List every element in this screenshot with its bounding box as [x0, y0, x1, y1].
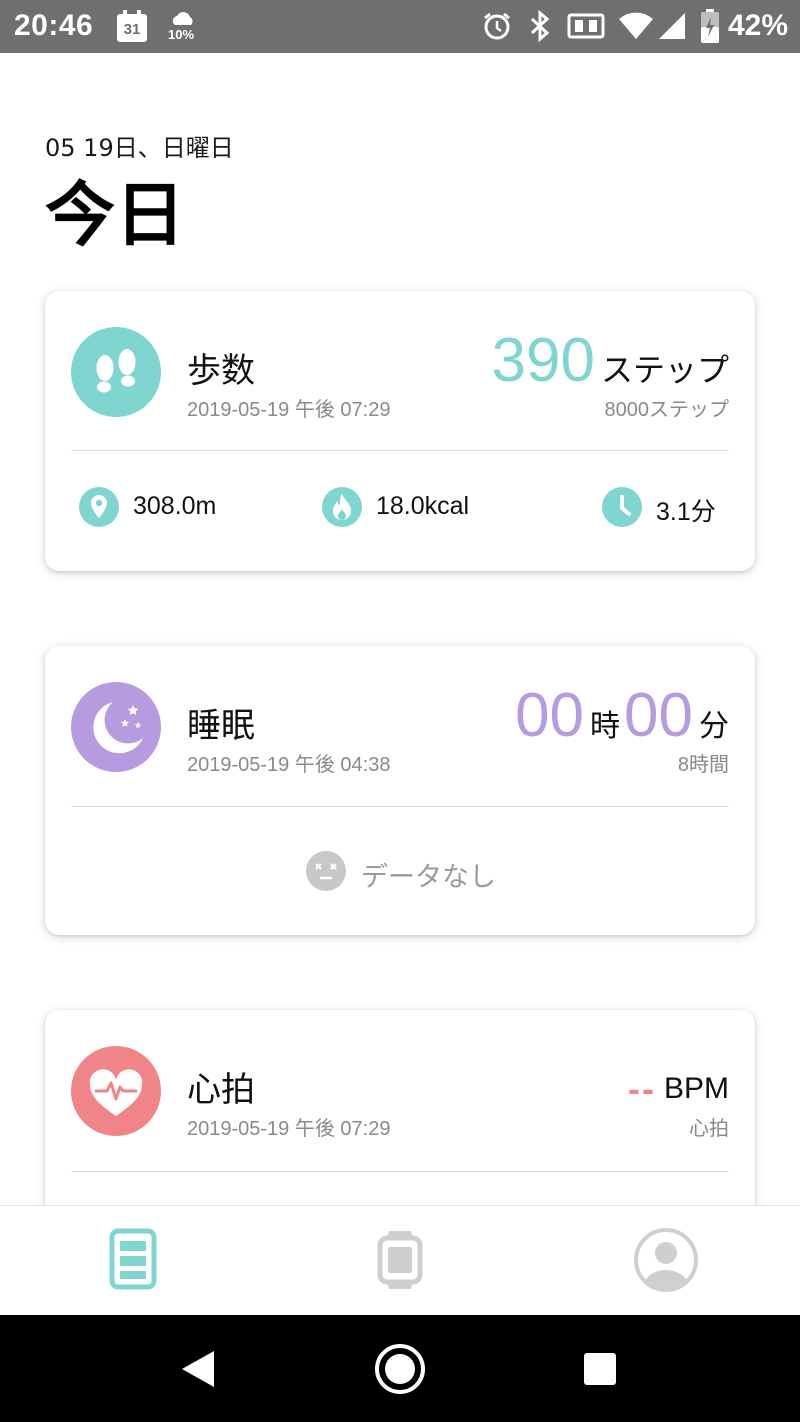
steps-divider — [71, 450, 729, 451]
heart-timestamp: 2019-05-19 午後 07:29 — [187, 1118, 391, 1140]
steps-value: 390 — [491, 326, 595, 395]
distance-value: 308.0m — [133, 492, 217, 520]
status-time: 20:46 — [14, 9, 94, 42]
profile-icon — [634, 1228, 698, 1292]
steps-card[interactable]: 歩数 2019-05-19 午後 07:29 390 ステップ 8000ステップ … — [45, 291, 755, 571]
alarm-icon — [484, 12, 510, 40]
back-icon[interactable] — [174, 1343, 226, 1395]
tab-profile[interactable] — [532, 1206, 798, 1316]
sleep-goal: 8時間 — [677, 754, 729, 776]
page-date: 05 19日、日曜日 — [45, 134, 234, 162]
vibrate-icon — [567, 13, 605, 39]
bluetooth-icon — [530, 10, 550, 42]
wifi-icon — [619, 12, 653, 39]
home-icon[interactable] — [374, 1343, 426, 1395]
steps-timestamp: 2019-05-19 午後 07:29 — [187, 399, 391, 421]
heart-rate-value: -- — [628, 1068, 656, 1109]
calories-value: 18.0kcal — [376, 492, 470, 520]
heart-subtitle: 心拍 — [689, 1118, 729, 1140]
steps-value-group: 390 ステップ — [492, 325, 729, 396]
page-title: 今日 — [45, 174, 185, 256]
sleep-card[interactable]: 睡眠 2019-05-19 午後 04:38 00 時00 分 8時間 データなし — [45, 646, 755, 935]
battery-icon — [701, 9, 719, 43]
dashboard-icon — [109, 1228, 157, 1290]
steps-title: 歩数 — [187, 351, 255, 391]
cellular-icon — [659, 13, 685, 39]
heart-title: 心拍 — [187, 1070, 255, 1110]
sleep-timestamp: 2019-05-19 午後 04:38 — [187, 754, 391, 776]
steps-goal: 8000ステップ — [604, 399, 730, 421]
tab-dashboard[interactable] — [0, 1206, 266, 1316]
battery-percent: 42% — [728, 9, 789, 42]
duration-value: 3.1分 — [656, 498, 716, 526]
watch-icon — [377, 1231, 423, 1289]
sleep-hours: 00 — [515, 681, 585, 750]
heart-divider — [71, 1171, 729, 1172]
weather-percent: 10% — [168, 27, 195, 42]
tab-device[interactable] — [266, 1206, 532, 1316]
dizzy-face-icon — [306, 851, 346, 891]
calendar-day: 31 — [123, 21, 141, 38]
heart-value-group: -- BPM — [628, 1068, 729, 1110]
footprints-icon — [71, 327, 161, 417]
system-navigation-bar — [0, 1315, 800, 1422]
heart-pulse-icon — [71, 1046, 161, 1136]
status-bar: 20:46 31 10% 42% — [0, 0, 800, 53]
location-pin-icon — [79, 487, 119, 527]
bottom-navigation — [0, 1205, 800, 1315]
sleep-title: 睡眠 — [187, 706, 255, 746]
sleep-hours-unit: 時 — [590, 709, 621, 744]
sleep-minutes-unit: 分 — [699, 709, 729, 744]
sleep-value-group: 00 時00 分 — [515, 680, 729, 751]
no-data-label: データなし — [361, 862, 496, 893]
steps-unit: ステップ — [600, 351, 729, 389]
calendar-icon: 31 — [117, 10, 147, 42]
recents-icon[interactable] — [574, 1343, 626, 1395]
moon-stars-icon — [71, 682, 161, 772]
heart-rate-unit: BPM — [663, 1072, 729, 1105]
clock-icon — [602, 487, 642, 527]
flame-icon — [322, 487, 362, 527]
sleep-minutes: 00 — [624, 681, 693, 750]
sleep-divider — [71, 806, 729, 807]
